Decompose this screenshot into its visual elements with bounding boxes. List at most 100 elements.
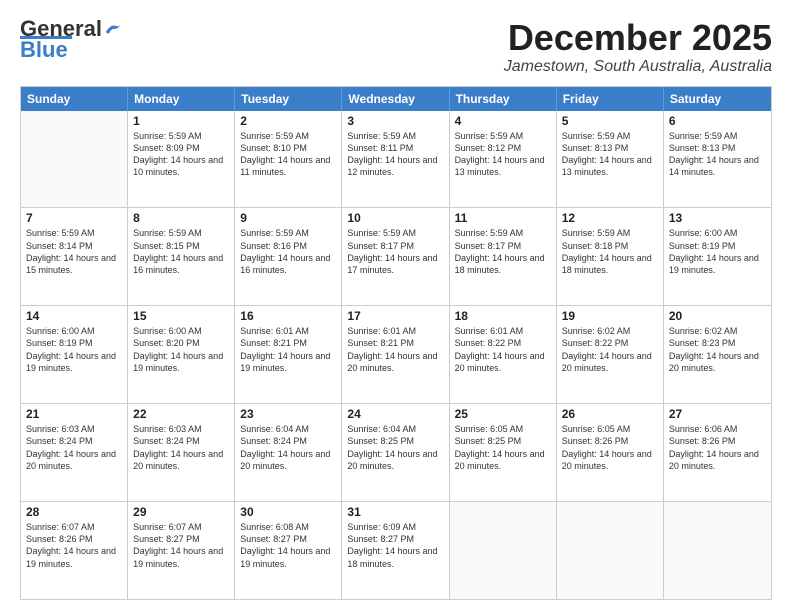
page: General Blue December 2025 Jamestown, So…: [0, 0, 792, 612]
day-info: Sunrise: 6:07 AMSunset: 8:26 PMDaylight:…: [26, 521, 122, 570]
calendar-cell: 30 Sunrise: 6:08 AMSunset: 8:27 PMDayligh…: [235, 502, 342, 599]
day-number: 21: [26, 407, 122, 421]
day-info: Sunrise: 6:00 AMSunset: 8:19 PMDaylight:…: [26, 325, 122, 374]
calendar-cell: 13Sunrise: 6:00 AMSunset: 8:19 PMDayligh…: [664, 208, 771, 305]
calendar-cell: 31 Sunrise: 6:09 AMSunset: 8:27 PMDayligh…: [342, 502, 449, 599]
day-info: Sunrise: 5:59 AMSunset: 8:13 PMDaylight:…: [562, 130, 658, 179]
calendar-cell: 27 Sunrise: 6:06 AMSunset: 8:26 PMDayligh…: [664, 404, 771, 501]
day-number: 15: [133, 309, 229, 323]
calendar-cell: 11 Sunrise: 5:59 AMSunset: 8:17 PMDayligh…: [450, 208, 557, 305]
calendar-row: 1 Sunrise: 5:59 AMSunset: 8:09 PMDaylight…: [21, 111, 771, 209]
day-number: 6: [669, 114, 766, 128]
day-info: Sunrise: 6:01 AMSunset: 8:21 PMDaylight:…: [347, 325, 443, 374]
day-number: 4: [455, 114, 551, 128]
day-info: Sunrise: 5:59 AMSunset: 8:09 PMDaylight:…: [133, 130, 229, 179]
calendar-cell: 3 Sunrise: 5:59 AMSunset: 8:11 PMDaylight…: [342, 111, 449, 208]
day-number: 30: [240, 505, 336, 519]
day-info: Sunrise: 5:59 AMSunset: 8:13 PMDaylight:…: [669, 130, 766, 179]
day-info: Sunrise: 6:05 AMSunset: 8:26 PMDaylight:…: [562, 423, 658, 472]
logo-blue-text: Blue: [20, 37, 68, 63]
day-info: Sunrise: 6:02 AMSunset: 8:23 PMDaylight:…: [669, 325, 766, 374]
calendar-cell: 23 Sunrise: 6:04 AMSunset: 8:24 PMDayligh…: [235, 404, 342, 501]
calendar-cell: 7 Sunrise: 5:59 AMSunset: 8:14 PMDaylight…: [21, 208, 128, 305]
calendar-cell: 19 Sunrise: 6:02 AMSunset: 8:22 PMDayligh…: [557, 306, 664, 403]
header-thursday: Thursday: [450, 87, 557, 111]
day-info: Sunrise: 6:03 AMSunset: 8:24 PMDaylight:…: [26, 423, 122, 472]
day-info: Sunrise: 5:59 AMSunset: 8:17 PMDaylight:…: [347, 227, 443, 276]
calendar-cell: 21 Sunrise: 6:03 AMSunset: 8:24 PMDayligh…: [21, 404, 128, 501]
day-number: 1: [133, 114, 229, 128]
day-number: 22: [133, 407, 229, 421]
header-friday: Friday: [557, 87, 664, 111]
day-number: 11: [455, 211, 551, 225]
header-wednesday: Wednesday: [342, 87, 449, 111]
day-info: Sunrise: 6:01 AMSunset: 8:22 PMDaylight:…: [455, 325, 551, 374]
calendar-row: 7 Sunrise: 5:59 AMSunset: 8:14 PMDaylight…: [21, 208, 771, 306]
logo: General Blue: [20, 18, 122, 63]
calendar-cell: 10 Sunrise: 5:59 AMSunset: 8:17 PMDayligh…: [342, 208, 449, 305]
calendar-body: 1 Sunrise: 5:59 AMSunset: 8:09 PMDaylight…: [21, 111, 771, 599]
day-info: Sunrise: 5:59 AMSunset: 8:16 PMDaylight:…: [240, 227, 336, 276]
day-info: Sunrise: 6:06 AMSunset: 8:26 PMDaylight:…: [669, 423, 766, 472]
day-number: 7: [26, 211, 122, 225]
day-number: 14: [26, 309, 122, 323]
calendar-cell: 9 Sunrise: 5:59 AMSunset: 8:16 PMDaylight…: [235, 208, 342, 305]
day-number: 26: [562, 407, 658, 421]
day-number: 29: [133, 505, 229, 519]
day-info: Sunrise: 5:59 AMSunset: 8:17 PMDaylight:…: [455, 227, 551, 276]
main-title: December 2025: [504, 18, 772, 58]
day-info: Sunrise: 5:59 AMSunset: 8:14 PMDaylight:…: [26, 227, 122, 276]
day-info: Sunrise: 6:02 AMSunset: 8:22 PMDaylight:…: [562, 325, 658, 374]
calendar-cell: 28 Sunrise: 6:07 AMSunset: 8:26 PMDayligh…: [21, 502, 128, 599]
day-number: 28: [26, 505, 122, 519]
day-info: Sunrise: 6:07 AMSunset: 8:27 PMDaylight:…: [133, 521, 229, 570]
day-info: Sunrise: 5:59 AMSunset: 8:18 PMDaylight:…: [562, 227, 658, 276]
day-info: Sunrise: 5:59 AMSunset: 8:12 PMDaylight:…: [455, 130, 551, 179]
day-info: Sunrise: 6:04 AMSunset: 8:24 PMDaylight:…: [240, 423, 336, 472]
day-number: 31: [347, 505, 443, 519]
day-info: Sunrise: 5:59 AMSunset: 8:15 PMDaylight:…: [133, 227, 229, 276]
calendar-cell: 2 Sunrise: 5:59 AMSunset: 8:10 PMDaylight…: [235, 111, 342, 208]
header-sunday: Sunday: [21, 87, 128, 111]
day-number: 27: [669, 407, 766, 421]
calendar-cell: 22 Sunrise: 6:03 AMSunset: 8:24 PMDayligh…: [128, 404, 235, 501]
calendar-cell: 1 Sunrise: 5:59 AMSunset: 8:09 PMDaylight…: [128, 111, 235, 208]
calendar-cell: [557, 502, 664, 599]
day-number: 8: [133, 211, 229, 225]
calendar-cell: 24Sunrise: 6:04 AMSunset: 8:25 PMDayligh…: [342, 404, 449, 501]
calendar-cell: 25 Sunrise: 6:05 AMSunset: 8:25 PMDayligh…: [450, 404, 557, 501]
calendar-header: Sunday Monday Tuesday Wednesday Thursday…: [21, 87, 771, 111]
title-section: December 2025 Jamestown, South Australia…: [504, 18, 772, 76]
day-number: 25: [455, 407, 551, 421]
day-info: Sunrise: 6:08 AMSunset: 8:27 PMDaylight:…: [240, 521, 336, 570]
calendar-cell: 18 Sunrise: 6:01 AMSunset: 8:22 PMDayligh…: [450, 306, 557, 403]
day-info: Sunrise: 6:09 AMSunset: 8:27 PMDaylight:…: [347, 521, 443, 570]
calendar-cell: 12Sunrise: 5:59 AMSunset: 8:18 PMDayligh…: [557, 208, 664, 305]
subtitle: Jamestown, South Australia, Australia: [504, 58, 772, 76]
header: General Blue December 2025 Jamestown, So…: [20, 18, 772, 76]
day-number: 20: [669, 309, 766, 323]
calendar-row: 21 Sunrise: 6:03 AMSunset: 8:24 PMDayligh…: [21, 404, 771, 502]
day-info: Sunrise: 6:00 AMSunset: 8:20 PMDaylight:…: [133, 325, 229, 374]
calendar-cell: 15 Sunrise: 6:00 AMSunset: 8:20 PMDayligh…: [128, 306, 235, 403]
header-monday: Monday: [128, 87, 235, 111]
calendar-cell: 5Sunrise: 5:59 AMSunset: 8:13 PMDaylight…: [557, 111, 664, 208]
day-number: 9: [240, 211, 336, 225]
logo-bird-icon: [104, 22, 122, 36]
calendar-cell: 17Sunrise: 6:01 AMSunset: 8:21 PMDayligh…: [342, 306, 449, 403]
day-info: Sunrise: 5:59 AMSunset: 8:10 PMDaylight:…: [240, 130, 336, 179]
calendar-cell: 16Sunrise: 6:01 AMSunset: 8:21 PMDayligh…: [235, 306, 342, 403]
day-number: 2: [240, 114, 336, 128]
day-info: Sunrise: 5:59 AMSunset: 8:11 PMDaylight:…: [347, 130, 443, 179]
day-number: 19: [562, 309, 658, 323]
day-number: 24: [347, 407, 443, 421]
calendar-cell: [664, 502, 771, 599]
calendar-cell: 20 Sunrise: 6:02 AMSunset: 8:23 PMDayligh…: [664, 306, 771, 403]
calendar-cell: 29 Sunrise: 6:07 AMSunset: 8:27 PMDayligh…: [128, 502, 235, 599]
day-number: 3: [347, 114, 443, 128]
day-number: 10: [347, 211, 443, 225]
day-number: 23: [240, 407, 336, 421]
day-number: 18: [455, 309, 551, 323]
day-info: Sunrise: 6:05 AMSunset: 8:25 PMDaylight:…: [455, 423, 551, 472]
day-info: Sunrise: 6:03 AMSunset: 8:24 PMDaylight:…: [133, 423, 229, 472]
